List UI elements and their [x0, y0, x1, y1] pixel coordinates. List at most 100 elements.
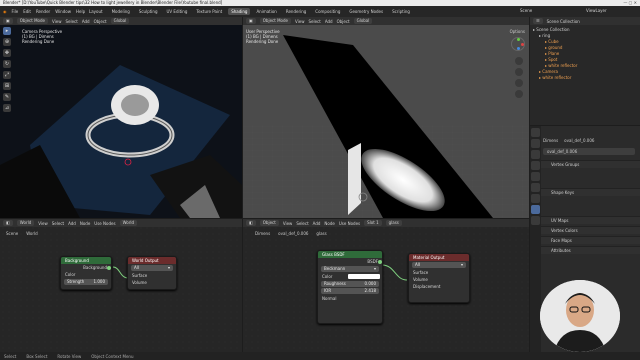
workspace-tab-geometry-nodes[interactable]: Geometry Nodes: [346, 8, 386, 15]
presenter-webcam: [540, 280, 620, 352]
workspace-tab-compositing[interactable]: Compositing: [312, 8, 343, 15]
select-tool-icon[interactable]: ▸: [3, 27, 11, 35]
properties-section[interactable]: Vertex Groups: [541, 160, 640, 168]
properties-section[interactable]: Attributes: [541, 246, 640, 254]
transform-orientation[interactable]: Global: [110, 18, 130, 24]
scene-selector[interactable]: Scene: [520, 8, 532, 13]
glass-bsdf-node[interactable]: Glass BSDF BSDF Beckmann ▾ Color Roughnes…: [317, 250, 383, 324]
workspace-tab-texture-paint[interactable]: Texture Paint: [193, 8, 225, 15]
object-tab-icon[interactable]: [531, 183, 540, 192]
color-row: Color: [318, 273, 382, 280]
camera-render-view: [0, 25, 242, 218]
outliner-header: ☰ Scene Collection: [530, 17, 640, 25]
transform-tool-icon[interactable]: ⊞: [3, 82, 11, 90]
ior-field[interactable]: IOR 2.418: [321, 288, 379, 294]
workspace-tab-sculpting[interactable]: Sculpting: [136, 8, 161, 15]
output-bsdf: BSDF: [367, 259, 378, 264]
menu-add[interactable]: Add: [325, 19, 333, 24]
editor-type-icon[interactable]: ▣: [3, 18, 13, 24]
world-node-editor[interactable]: ◧ World View Select Add Node Use Nodes W…: [0, 219, 242, 352]
workspace-tab-scripting[interactable]: Scripting: [389, 8, 413, 15]
properties-section[interactable]: Vertex Colors: [541, 226, 640, 234]
outliner-item-label: white reflector: [542, 75, 572, 80]
outliner-item-label: ground: [548, 45, 563, 50]
mode-selector[interactable]: Object Mode: [16, 18, 48, 24]
options-dropdown[interactable]: Options: [510, 29, 525, 34]
outliner[interactable]: ☰ Scene Collection ▸ Scene Collection ▸ r…: [530, 17, 640, 125]
output-tab-icon[interactable]: [531, 150, 540, 159]
menu-view[interactable]: View: [295, 19, 305, 24]
camera-view-icon[interactable]: [515, 79, 523, 87]
node-links: [112, 266, 129, 279]
scene-tab-icon[interactable]: [531, 161, 540, 170]
status-box-select: Box Select: [26, 353, 48, 359]
workspace-tab-layout[interactable]: Layout: [86, 8, 106, 15]
distribution-dropdown[interactable]: Beckmann ▾: [321, 266, 379, 272]
viewport-user[interactable]: ▣ Object Mode View Select Add Object Glo…: [243, 17, 529, 218]
pan-icon[interactable]: [515, 68, 523, 76]
outliner-item-label: white reflector: [548, 63, 578, 68]
world-output-node[interactable]: World Output All ▾ Surface Volume: [127, 256, 177, 290]
mode-selector[interactable]: Object Mode: [259, 18, 291, 24]
cursor-tool-icon[interactable]: ⊕: [3, 38, 11, 46]
workspace-tab-shading[interactable]: Shading: [228, 8, 251, 15]
viewport-left-info: Camera Perspective (1) BG | Dimens Rende…: [22, 29, 62, 44]
target-dropdown[interactable]: All ▾: [412, 262, 466, 268]
viewport-camera[interactable]: ▣ Object Mode View Select Add Object Glo…: [0, 17, 242, 218]
transform-orientation[interactable]: Global: [353, 18, 373, 24]
menu-help[interactable]: Help: [76, 9, 85, 14]
mesh-name-field[interactable]: oval_def_0.006: [543, 148, 635, 155]
menu-select[interactable]: Select: [65, 19, 77, 24]
menu-object[interactable]: Object: [337, 19, 350, 24]
outliner-item[interactable]: ▸ white reflector: [533, 75, 637, 81]
render-tab-icon[interactable]: [531, 139, 540, 148]
color-swatch[interactable]: [348, 274, 380, 279]
properties-section[interactable]: Face Maps: [541, 236, 640, 244]
blender-logo-icon[interactable]: ◉: [3, 9, 7, 14]
roughness-field[interactable]: Roughness 0.000: [321, 281, 379, 287]
tool-tab-icon[interactable]: [531, 128, 540, 137]
material-tab-icon[interactable]: [531, 216, 540, 225]
workspace-tab-uv-editing[interactable]: UV Editing: [164, 8, 191, 15]
menu-select[interactable]: Select: [308, 19, 320, 24]
background-node[interactable]: Background Background Color Strength 1.0…: [60, 256, 112, 290]
properties-section[interactable]: Shape Keys: [541, 188, 640, 196]
editor-type-icon[interactable]: ☰: [533, 18, 543, 24]
rotate-tool-icon[interactable]: ↻: [3, 60, 11, 68]
render-status: Rendering Done: [22, 39, 55, 44]
menu-view[interactable]: View: [52, 19, 62, 24]
annotate-tool-icon[interactable]: ✎: [3, 93, 11, 101]
measure-tool-icon[interactable]: ⊿: [3, 104, 11, 112]
zoom-icon[interactable]: [515, 57, 523, 65]
workspace-tab-modeling[interactable]: Modeling: [109, 8, 133, 15]
menu-add[interactable]: Add: [82, 19, 90, 24]
menu-object[interactable]: Object: [94, 19, 107, 24]
outliner-item-label: Spot: [548, 57, 558, 62]
ortho-toggle-icon[interactable]: [515, 90, 523, 98]
viewport-right-header: ▣ Object Mode View Select Add Object Glo…: [243, 17, 529, 25]
menu-edit[interactable]: Edit: [23, 9, 31, 14]
modifier-tab-icon[interactable]: [531, 194, 540, 203]
world-tab-icon[interactable]: [531, 172, 540, 181]
workspace-tab-animation[interactable]: Animation: [253, 8, 279, 15]
scale-tool-icon[interactable]: ⤢: [3, 71, 11, 79]
properties-section[interactable]: UV Maps: [541, 216, 640, 224]
strength-field[interactable]: Strength 1.000: [64, 279, 108, 285]
socket-out[interactable]: [107, 266, 111, 270]
navigation-gizmo-icon[interactable]: [511, 37, 525, 51]
mesh-data-tab-icon[interactable]: [531, 205, 540, 214]
workspace-tab-rendering[interactable]: Rendering: [283, 8, 309, 15]
material-output-node[interactable]: Material Output All ▾ Surface Volume Disp…: [408, 253, 470, 303]
menu-window[interactable]: Window: [55, 9, 71, 14]
socket-out[interactable]: [378, 260, 382, 264]
editor-type-icon[interactable]: ▣: [246, 18, 256, 24]
menu-file[interactable]: File: [12, 9, 19, 14]
menu-render[interactable]: Render: [36, 9, 50, 14]
node-title: Glass BSDF: [318, 251, 382, 258]
viewport-nav-buttons: [515, 57, 523, 98]
target-dropdown[interactable]: All ▾: [131, 265, 173, 271]
input-color: Color: [65, 272, 76, 277]
material-node-editor[interactable]: ◧ Object View Select Add Node Use Nodes …: [243, 219, 529, 352]
view-layer-selector[interactable]: ViewLayer: [586, 8, 607, 13]
move-tool-icon[interactable]: ✥: [3, 49, 11, 57]
